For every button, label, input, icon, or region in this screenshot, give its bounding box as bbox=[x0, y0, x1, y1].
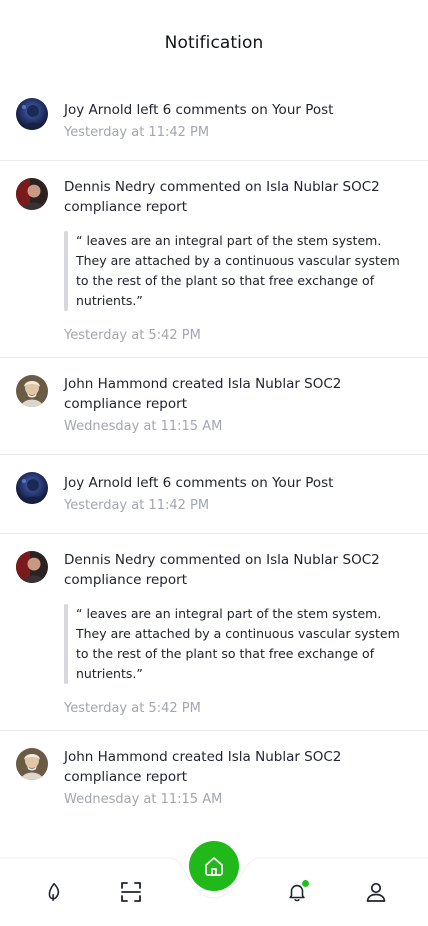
notification-time: Wednesday at 11:15 AM bbox=[64, 419, 223, 434]
nav-home-button[interactable] bbox=[189, 841, 239, 891]
avatar bbox=[16, 551, 48, 583]
notification-time: Yesterday at 5:42 PM bbox=[64, 701, 201, 716]
notification-item[interactable]: John Hammond created Isla Nublar SOC2 co… bbox=[0, 731, 428, 828]
scan-icon bbox=[121, 882, 141, 902]
notification-time: Yesterday at 5:42 PM bbox=[64, 328, 201, 343]
notification-title: Dennis Nedry commented on Isla Nublar SO… bbox=[64, 552, 380, 588]
avatar bbox=[16, 472, 48, 504]
nav-profile-button[interactable] bbox=[361, 877, 391, 907]
notification-dot bbox=[302, 880, 309, 887]
avatar bbox=[16, 178, 48, 210]
comment-quote: “ leaves are an integral part of the ste… bbox=[64, 604, 412, 684]
notification-item[interactable]: Dennis Nedry commented on Isla Nublar SO… bbox=[0, 534, 428, 731]
notification-time: Wednesday at 11:15 AM bbox=[64, 792, 223, 807]
nav-notifications-button[interactable] bbox=[282, 877, 312, 907]
profile-icon bbox=[366, 882, 386, 902]
notification-title: John Hammond created Isla Nublar SOC2 co… bbox=[64, 376, 342, 412]
bottom-nav bbox=[0, 841, 428, 926]
comment-quote: “ leaves are an integral part of the ste… bbox=[64, 231, 412, 311]
avatar bbox=[16, 748, 48, 780]
notification-item[interactable]: Joy Arnold left 6 comments on Your Post … bbox=[0, 455, 428, 534]
page-title: Notification bbox=[164, 33, 264, 53]
notification-time: Yesterday at 11:42 PM bbox=[64, 498, 210, 513]
home-icon bbox=[205, 857, 223, 876]
notification-title: John Hammond created Isla Nublar SOC2 co… bbox=[64, 749, 342, 785]
notification-title: Joy Arnold left 6 comments on Your Post bbox=[64, 102, 334, 118]
notification-item[interactable]: Joy Arnold left 6 comments on Your Post … bbox=[0, 80, 428, 161]
nav-scan-button[interactable] bbox=[116, 877, 146, 907]
notification-item[interactable]: John Hammond created Isla Nublar SOC2 co… bbox=[0, 358, 428, 455]
avatar bbox=[16, 98, 48, 130]
notification-time: Yesterday at 11:42 PM bbox=[64, 125, 210, 140]
notification-list: Joy Arnold left 6 comments on Your Post … bbox=[0, 80, 428, 828]
notification-item[interactable]: Dennis Nedry commented on Isla Nublar SO… bbox=[0, 161, 428, 358]
notification-title: Dennis Nedry commented on Isla Nublar SO… bbox=[64, 179, 380, 215]
avatar bbox=[16, 375, 48, 407]
header: Notification bbox=[0, 0, 428, 80]
nav-leaf-button[interactable] bbox=[39, 877, 69, 907]
notification-title: Joy Arnold left 6 comments on Your Post bbox=[64, 475, 334, 491]
leaf-icon bbox=[48, 882, 60, 902]
